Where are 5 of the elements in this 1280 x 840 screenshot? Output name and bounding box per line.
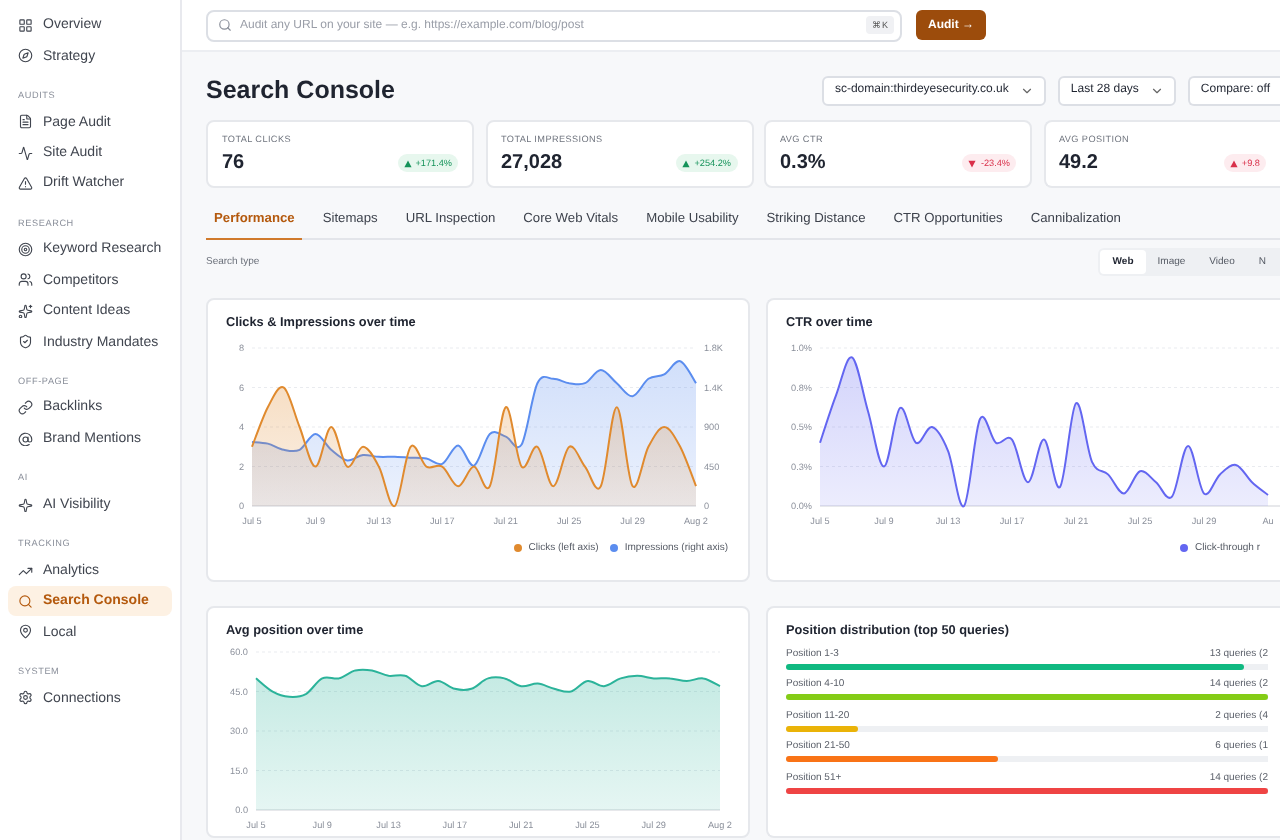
stat-value: 76 <box>222 152 245 174</box>
page-title: Search Console <box>206 76 395 104</box>
stat-value: 27,028 <box>501 152 563 174</box>
stat-value: 0.3% <box>780 152 826 174</box>
stat-value: 49.2 <box>1059 152 1098 174</box>
